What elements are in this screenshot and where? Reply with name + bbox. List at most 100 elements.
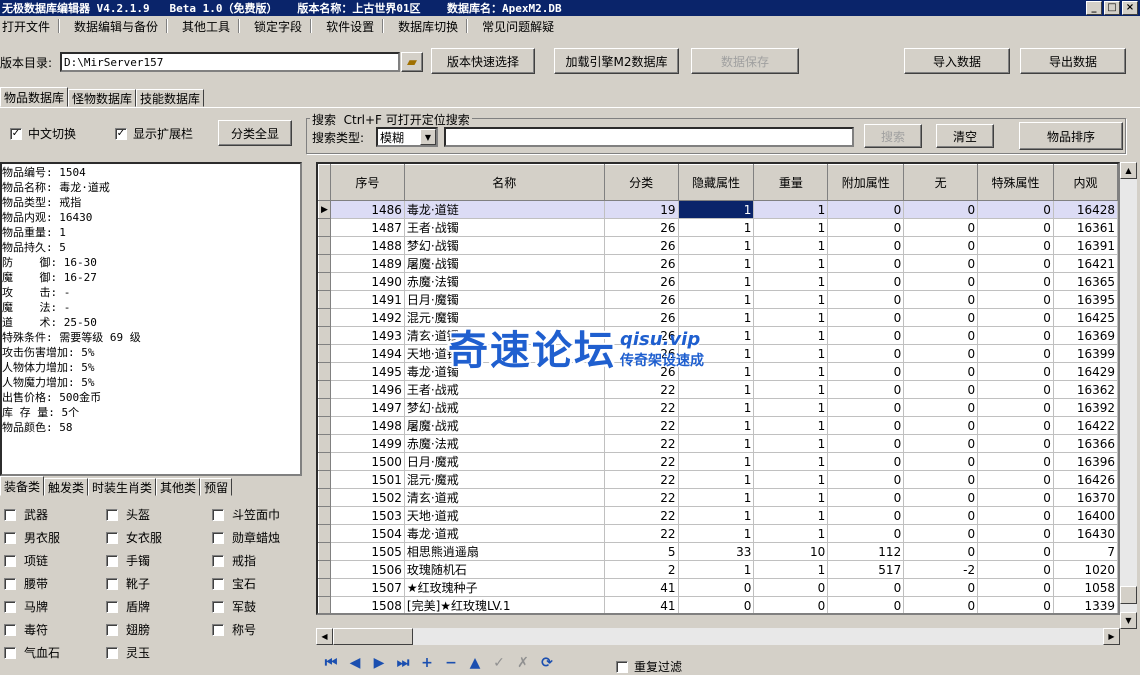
table-cell[interactable]: 0	[903, 200, 979, 219]
column-header[interactable]: 无	[903, 164, 979, 201]
row-indicator[interactable]	[318, 452, 331, 471]
table-cell[interactable]: 16392	[1053, 398, 1118, 417]
table-cell[interactable]: 1	[678, 488, 755, 507]
table-cell[interactable]: 16428	[1053, 200, 1118, 219]
table-cell[interactable]: 0	[827, 452, 905, 471]
table-cell[interactable]: 16421	[1053, 254, 1118, 273]
table-cell[interactable]: 1	[753, 380, 829, 399]
category-checkbox[interactable]: 军鼓	[212, 598, 256, 615]
table-row[interactable]: 1495 毒龙·道镯 26 1 1 0 0 0 16429	[318, 362, 1118, 381]
menu-other-tools[interactable]: 其他工具	[180, 16, 238, 36]
table-cell[interactable]: 0	[977, 434, 1054, 453]
table-cell[interactable]: 0	[827, 416, 905, 435]
table-row[interactable]: 1489 屠魔·战镯 26 1 1 0 0 0 16421	[318, 254, 1118, 273]
category-checkbox[interactable]: 武器	[4, 506, 48, 523]
table-cell[interactable]: 0	[903, 290, 979, 309]
table-row[interactable]: 1497 梦幻·战戒 22 1 1 0 0 0 16392	[318, 398, 1118, 417]
table-cell[interactable]: 清玄·道戒	[404, 488, 605, 507]
menu-settings[interactable]: 软件设置	[324, 16, 382, 36]
search-input[interactable]	[444, 127, 854, 147]
refresh-icon[interactable]: ⟳	[538, 654, 556, 672]
table-cell[interactable]: 0	[903, 254, 979, 273]
table-cell[interactable]: 0	[977, 272, 1054, 291]
row-indicator[interactable]	[318, 560, 331, 579]
cn-switch-checkbox[interactable]: ✓ 中文切换	[10, 125, 76, 142]
table-cell[interactable]: 1	[753, 236, 829, 255]
table-cell[interactable]: 0	[903, 344, 979, 363]
edit-record-icon[interactable]: ▲	[466, 654, 484, 672]
row-indicator[interactable]	[318, 344, 331, 363]
table-cell[interactable]: 0	[827, 200, 905, 219]
table-cell[interactable]: 屠魔·战戒	[404, 416, 605, 435]
column-header[interactable]: 内观	[1052, 164, 1118, 201]
column-header[interactable]: 分类	[603, 164, 679, 201]
table-cell[interactable]: 0	[828, 615, 904, 616]
table-row[interactable]: 1499 赤魔·法戒 22 1 1 0 0 0 16366	[318, 434, 1118, 453]
table-cell[interactable]: 1	[753, 218, 829, 237]
table-cell[interactable]: 1	[753, 308, 829, 327]
table-cell[interactable]: 0	[827, 308, 905, 327]
category-checkbox[interactable]: 勋章蜡烛	[212, 529, 280, 546]
table-cell[interactable]: 16425	[1053, 308, 1118, 327]
table-cell[interactable]: 1	[678, 452, 755, 471]
table-cell[interactable]: 1	[678, 290, 755, 309]
table-cell[interactable]: 7	[1053, 542, 1118, 561]
table-cell[interactable]: 1491	[330, 290, 405, 309]
category-checkbox[interactable]: 翅膀	[106, 621, 150, 638]
table-row[interactable]: 1491 日月·魔镯 26 1 1 0 0 0 16395	[318, 290, 1118, 309]
table-cell[interactable]: 毒龙·道镯	[404, 362, 605, 381]
table-cell[interactable]: 0	[678, 596, 755, 613]
row-indicator[interactable]	[318, 578, 331, 597]
table-cell[interactable]: 0	[753, 596, 829, 613]
table-cell[interactable]: 22	[604, 488, 679, 507]
category-checkbox[interactable]: 项链	[4, 552, 48, 569]
table-row[interactable]: 1496 王者·战戒 22 1 1 0 0 0 16362	[318, 380, 1118, 399]
vertical-scroll-thumb[interactable]	[1120, 586, 1137, 604]
table-row[interactable]: 1490 赤魔·法镯 26 1 1 0 0 0 16365	[318, 272, 1118, 291]
table-cell[interactable]: 1	[678, 380, 755, 399]
table-cell[interactable]: 0	[977, 200, 1054, 219]
scroll-down-icon[interactable]: ▼	[1120, 612, 1137, 629]
table-cell[interactable]: 0	[827, 380, 905, 399]
first-record-icon[interactable]: ⏮	[322, 654, 340, 672]
table-cell[interactable]: 0	[903, 272, 979, 291]
table-cell[interactable]: 16369	[1053, 326, 1118, 345]
table-cell[interactable]: 16399	[1053, 344, 1118, 363]
row-indicator[interactable]	[318, 398, 331, 417]
table-cell[interactable]: 1	[753, 470, 829, 489]
table-row[interactable]: 1501 混元·魔戒 22 1 1 0 0 0 16426	[318, 470, 1118, 489]
table-cell[interactable]: 1	[753, 560, 829, 579]
column-header[interactable]: 重量	[753, 164, 829, 201]
category-checkbox[interactable]: 腰带	[4, 575, 48, 592]
table-cell[interactable]: 1339	[1053, 596, 1118, 613]
table-cell[interactable]: 16396	[1053, 452, 1118, 471]
table-cell[interactable]: 1	[753, 290, 829, 309]
table-cell[interactable]: 1	[753, 272, 829, 291]
row-indicator[interactable]	[318, 290, 331, 309]
table-cell[interactable]: 混元·魔镯	[404, 308, 605, 327]
table-cell[interactable]: 26	[604, 326, 679, 345]
table-cell[interactable]: 0	[827, 254, 905, 273]
table-cell[interactable]: 0	[903, 326, 979, 345]
table-cell[interactable]: 0	[977, 578, 1054, 597]
table-cell[interactable]: 16370	[1053, 488, 1118, 507]
row-indicator[interactable]	[318, 308, 331, 327]
table-cell[interactable]: 1	[678, 344, 755, 363]
table-cell[interactable]: 0	[827, 326, 905, 345]
table-cell[interactable]: 26	[604, 344, 679, 363]
item-sort-button[interactable]: 物品排序	[1019, 122, 1123, 150]
table-cell[interactable]: 0	[903, 470, 979, 489]
prev-record-icon[interactable]: ◀	[346, 654, 364, 672]
table-cell[interactable]: 0	[827, 290, 905, 309]
table-cell[interactable]: 1505	[330, 542, 405, 561]
folder-open-icon[interactable]: ▰	[401, 52, 423, 72]
scroll-left-icon[interactable]: ◀	[316, 628, 333, 645]
table-row[interactable]: 1502 清玄·道戒 22 1 1 0 0 0 16370	[318, 488, 1118, 507]
table-cell[interactable]: 1486	[330, 200, 405, 219]
table-cell[interactable]: 1058	[1053, 578, 1118, 597]
table-cell[interactable]: 0	[977, 542, 1054, 561]
table-cell[interactable]: 16361	[1053, 218, 1118, 237]
table-cell[interactable]: 1	[753, 254, 829, 273]
table-cell[interactable]: 0	[977, 380, 1054, 399]
table-cell[interactable]: 梦幻·战镯	[404, 236, 605, 255]
